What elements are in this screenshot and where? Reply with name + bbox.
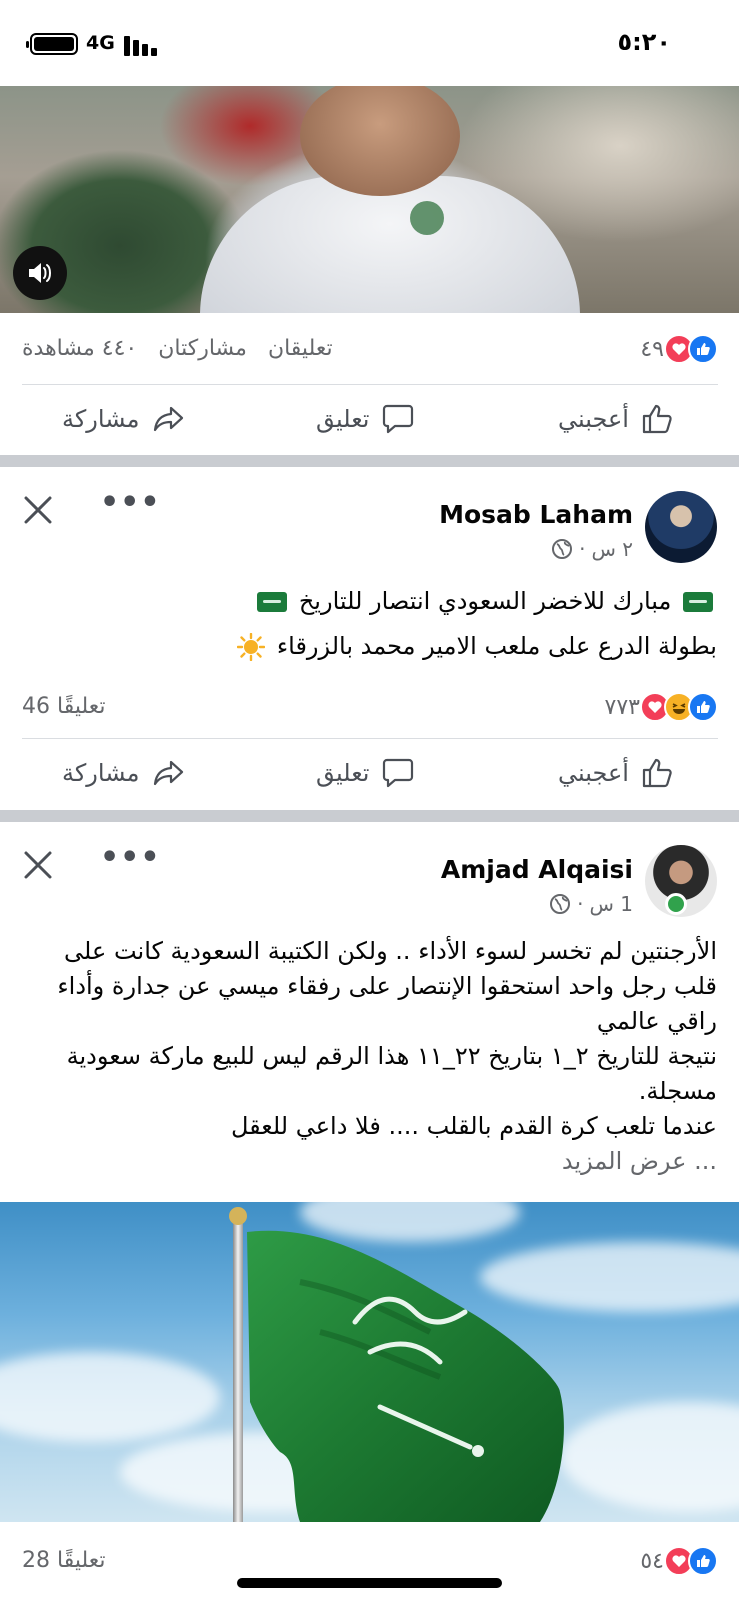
shares-count[interactable]: مشاركتان [158,336,247,361]
post-line-1: مبارك للاخضر السعودي انتصار للتاريخ [298,587,672,615]
signal-icon [124,34,158,56]
like-reaction-icon [688,334,718,364]
saudi-flag-emoji [683,592,713,612]
reactions-summary[interactable]: ٤٩ [640,334,718,364]
post-meta: ٢ س · [551,537,633,561]
post-paragraph-1: الأرجنتين لم تخسر لسوء الأداء .. ولكن ال… [57,937,717,1035]
like-button[interactable]: أعجبني [558,740,675,806]
post1-stats: تعليقان مشاركتان ٤٤٠ مشاهدة ٤٩ [22,330,718,370]
comment-label: تعليق [316,405,370,433]
saudi-flag-emoji [257,592,288,612]
avatar[interactable] [645,491,717,563]
post-text: مبارك للاخضر السعودي انتصار للتاريخ بطول… [21,584,717,664]
status-bar: 4G ٥:٢٠ [0,0,739,86]
more-options-button[interactable]: ••• [100,485,161,520]
share-button[interactable]: مشاركة [62,386,185,452]
see-more-link[interactable]: ... عرض المزيد [21,1144,717,1179]
reaction-count: ٥٤ [640,1548,664,1574]
post-image[interactable] [0,1202,739,1522]
battery-icon [26,33,78,55]
globe-icon [552,539,573,559]
home-indicator[interactable] [237,1578,502,1588]
like-button[interactable]: أعجبني [558,386,675,452]
share-label: مشاركة [62,405,140,433]
status-time: ٥:٢٠ [617,28,671,56]
post-author[interactable]: Amjad Alqaisi [441,855,633,884]
like-label: أعجبني [558,405,629,433]
post-meta: 1 س · [549,892,633,916]
comments-count[interactable]: تعليقان [268,336,333,361]
post3-stats: 28 تعليقًا ٥٤ [22,1542,718,1582]
more-options-button[interactable]: ••• [100,840,161,875]
saudi-flag-illustration [229,1207,564,1522]
close-icon[interactable] [22,849,54,881]
post-time[interactable]: 1 س [589,892,633,916]
post-paragraph-2: نتيجة للتاريخ ٢_١ بتاريخ ٢٢_١١ هذا الرقم… [66,1042,717,1105]
post-video[interactable] [0,86,739,313]
post-paragraph-3: عندما تلعب كرة القدم بالقلب .... فلا داع… [230,1112,717,1140]
comments-count[interactable]: 28 تعليقًا [22,1548,106,1573]
close-icon[interactable] [22,494,54,526]
network-type: 4G [86,32,115,54]
globe-icon [550,894,571,914]
online-status-dot [665,893,687,915]
like-label: أعجبني [558,759,629,787]
like-reaction-icon [688,692,718,722]
post-text: الأرجنتين لم تخسر لسوء الأداء .. ولكن ال… [21,934,717,1179]
share-button[interactable]: مشاركة [62,740,185,806]
like-reaction-icon [688,1546,718,1576]
sound-toggle-button[interactable] [13,246,67,300]
post2-actions: مشاركة تعليق أعجبني [0,740,739,806]
share-icon [154,406,184,432]
divider [22,738,718,739]
post-line-2: بطولة الدرع على ملعب الامير محمد بالزرقا… [276,632,717,660]
comment-icon [383,404,414,434]
post-separator [0,455,739,467]
share-label: مشاركة [62,759,140,787]
post-separator [0,810,739,822]
speaker-icon [29,263,51,283]
views-count: ٤٤٠ مشاهدة [22,336,138,361]
reactions-summary[interactable]: ٥٤ [640,1546,718,1576]
comment-button[interactable]: تعليق [316,386,415,452]
divider [22,384,718,385]
comment-icon [383,758,414,788]
comments-count[interactable]: 46 تعليقًا [22,694,106,719]
thumbs-up-icon [642,758,672,788]
sun-emoji [237,633,266,661]
post-time[interactable]: ٢ س [591,537,633,561]
post1-actions: مشاركة تعليق أعجبني [0,386,739,452]
share-icon [154,760,184,786]
comment-label: تعليق [316,759,370,787]
post2-stats: 46 تعليقًا ٧٧٣ [22,688,718,728]
reactions-summary[interactable]: ٧٧٣ [605,692,718,722]
post-author[interactable]: Mosab Laham [439,500,633,529]
thumbs-up-icon [642,404,672,434]
comment-button[interactable]: تعليق [316,740,415,806]
reaction-count: ٤٩ [640,336,664,362]
reaction-count: ٧٧٣ [604,694,640,720]
